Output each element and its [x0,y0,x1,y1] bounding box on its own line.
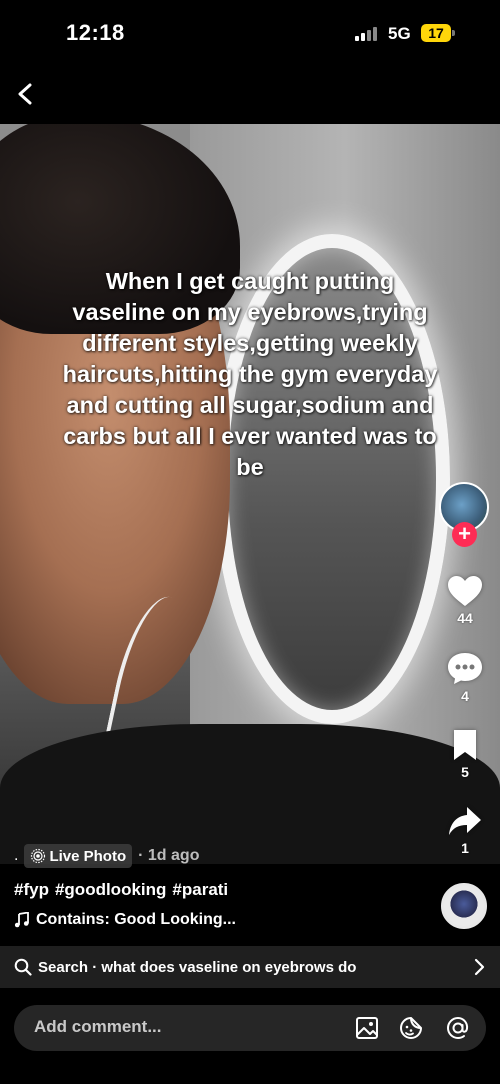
status-bar: 12:18 5G 17 [0,0,500,62]
heart-icon [448,576,482,606]
share-arrow-icon [449,807,481,835]
hashtag-link[interactable]: #goodlooking [55,880,166,899]
music-info[interactable]: Contains: Good Looking... [14,911,236,929]
back-button[interactable] [8,76,44,112]
signal-icon [355,27,381,41]
mention-icon[interactable] [445,1015,471,1041]
music-note-icon [14,912,29,928]
status-time: 12:18 [66,20,125,45]
video-caption-overlay: When I get caught putting vaseline on my… [62,268,438,480]
battery-tip [452,30,455,36]
post-time-ago: · 1d ago [138,847,200,864]
music-disc-thumbnail[interactable] [441,883,487,929]
search-label: Search · what does vaseline on eyebrows … [38,958,357,976]
network-type: 5G [388,24,411,43]
music-label: Contains: Good Looking... [36,911,236,928]
comment-input[interactable]: Add comment... [34,1017,162,1037]
top-nav [0,62,500,124]
chevron-right-icon [474,958,485,976]
share-button[interactable]: 1 [436,804,494,856]
comment-bar: Add comment... [14,1005,486,1051]
comment-bubble-icon [448,653,482,684]
comment-count: 4 [461,688,469,704]
battery-icon: 17 [421,24,451,42]
like-count: 44 [457,610,473,626]
music-cover-image [444,886,484,926]
share-count: 1 [461,840,469,856]
live-photo-icon [31,848,46,864]
follow-button[interactable]: + [452,522,477,547]
image-icon[interactable] [354,1015,380,1041]
related-search-bar[interactable]: Search · what does vaseline on eyebrows … [0,946,500,988]
hashtag-link[interactable]: #parati [172,880,228,899]
hashtags: #fyp #goodlooking #parati [14,880,234,900]
live-photo-label: Live Photo [49,847,127,865]
meta-dot: . [14,847,19,864]
post-meta: . Live Photo · 1d ago [14,843,199,869]
chevron-left-icon [18,83,32,105]
live-photo-badge[interactable]: Live Photo [24,844,133,868]
save-button[interactable]: 5 [436,728,494,780]
like-button[interactable]: 44 [436,574,494,626]
save-count: 5 [461,764,469,780]
search-icon [14,958,32,976]
video-player[interactable] [0,124,500,864]
sticker-icon[interactable] [398,1015,424,1041]
bookmark-icon [454,730,476,760]
comment-button[interactable]: 4 [436,650,494,704]
hashtag-link[interactable]: #fyp [14,880,49,899]
